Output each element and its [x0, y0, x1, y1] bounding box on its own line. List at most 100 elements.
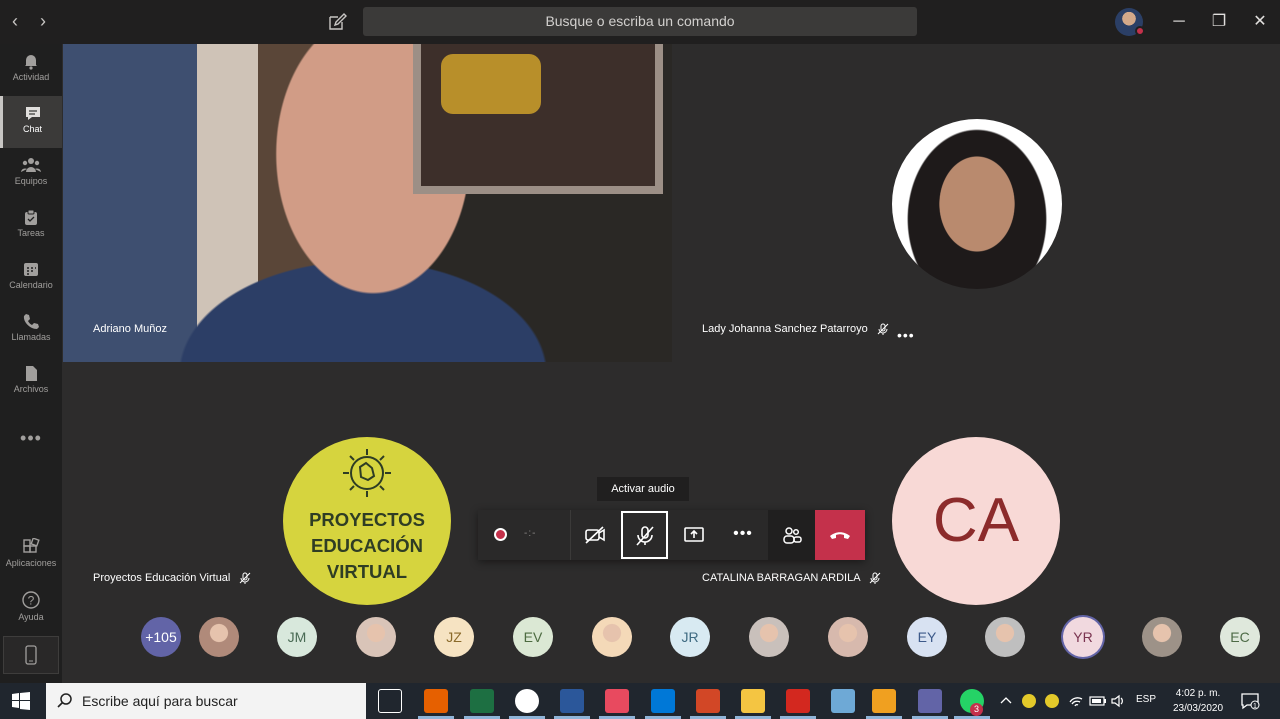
rail-item-label: Archivos	[13, 384, 49, 394]
rail-item-archivos[interactable]: Archivos	[0, 356, 62, 408]
more-participants-badge[interactable]: +105	[141, 617, 181, 657]
participant-name-adriano: Adriano Muñoz	[93, 323, 167, 335]
tray-app-icon[interactable]	[1045, 694, 1059, 708]
rail-item-ayuda[interactable]: ? Ayuda	[0, 582, 62, 634]
participant-name-catalina: CATALINA BARRAGAN ARDILA	[702, 572, 881, 585]
word-icon[interactable]	[560, 689, 584, 713]
taskbar-search-placeholder: Escribe aquí para buscar	[82, 693, 238, 709]
rail-item-aplicaciones[interactable]: Aplicaciones	[0, 530, 62, 582]
notifications-icon[interactable]: 1	[1240, 692, 1260, 710]
rail-item-label: Chat	[22, 124, 42, 134]
mic-off-icon	[877, 323, 889, 336]
participant-avatar[interactable]: EY	[907, 617, 947, 657]
more-apps-icon[interactable]: •••	[0, 428, 62, 449]
video-tile-adriano[interactable]	[63, 44, 672, 362]
svg-text:?: ?	[28, 594, 35, 608]
name-text: Proyectos Educación Virtual	[93, 572, 231, 584]
participant-avatar[interactable]: JR	[670, 617, 710, 657]
participant-avatar-photo[interactable]	[985, 617, 1025, 657]
device-button[interactable]	[3, 636, 59, 674]
mic-toggle-button[interactable]	[621, 511, 668, 559]
recording-icon	[494, 528, 507, 541]
apps-icon	[23, 538, 40, 553]
map-logo-icon	[343, 449, 391, 497]
compose-icon[interactable]	[326, 11, 348, 33]
input-language[interactable]: ESP	[1136, 694, 1156, 705]
participant-avatar[interactable]: YR	[1063, 617, 1103, 657]
participant-avatar-photo[interactable]	[749, 617, 789, 657]
participant-avatar-photo[interactable]	[592, 617, 632, 657]
paint-icon[interactable]	[605, 689, 629, 713]
battery-icon[interactable]	[1089, 694, 1107, 708]
meeting-stage: Adriano Muñoz Lady Johanna Sanchez Patar…	[62, 44, 1280, 683]
forward-icon[interactable]: ›	[40, 12, 46, 30]
back-icon[interactable]: ‹	[12, 12, 18, 30]
rail-item-label: Tareas	[17, 228, 45, 238]
avatar-lady[interactable]	[892, 119, 1062, 289]
participant-avatar-photo[interactable]	[1142, 617, 1182, 657]
avatar-proyectos[interactable]: PROYECTOS EDUCACIÓN VIRTUAL	[283, 437, 451, 605]
app-bar: Actividad Chat Equipos Tareas Calendario…	[0, 44, 62, 683]
phone-icon	[23, 314, 39, 329]
media-icon[interactable]	[872, 689, 896, 713]
name-text: CATALINA BARRAGAN ARDILA	[702, 572, 860, 584]
show-participants-button[interactable]	[768, 510, 815, 560]
share-screen-button[interactable]	[670, 510, 718, 560]
rail-item-actividad[interactable]: Actividad	[0, 44, 62, 96]
logo-line-1: PROYECTOS	[309, 509, 425, 530]
windows-start-icon[interactable]	[12, 692, 30, 710]
powerpoint-icon[interactable]	[696, 689, 720, 713]
participants-icon	[782, 527, 802, 544]
clock-time: 4:02 p. m.	[1175, 688, 1221, 699]
chrome-icon[interactable]	[515, 689, 539, 713]
firefox-icon[interactable]	[424, 689, 448, 713]
clock-date: 23/03/2020	[1172, 703, 1224, 714]
rail-item-label: Llamadas	[11, 332, 51, 342]
close-button[interactable]: ✕	[1248, 10, 1272, 34]
minimize-button[interactable]: ─	[1167, 10, 1191, 34]
camera-toggle-button[interactable]	[571, 510, 619, 560]
tray-app-icon[interactable]	[1022, 694, 1036, 708]
rail-item-calendario[interactable]: Calendario	[0, 252, 62, 304]
notes-icon[interactable]	[831, 689, 855, 713]
wifi-icon[interactable]	[1068, 693, 1084, 709]
chevron-up-icon[interactable]	[1000, 695, 1012, 707]
calendar-icon	[24, 263, 38, 276]
more-actions-button[interactable]: •••	[719, 510, 767, 560]
background-painting	[413, 44, 663, 194]
teams-icon	[21, 158, 41, 172]
taskbar-clock[interactable]: 4:02 p. m. 23/03/2020	[1166, 686, 1230, 716]
teams-icon[interactable]	[918, 689, 942, 713]
lady-more-options-icon[interactable]: •••	[897, 327, 915, 343]
avatar-catalina[interactable]: CA	[892, 437, 1060, 605]
mobile-icon	[25, 645, 37, 665]
taskbar-search-box[interactable]: Escribe aquí para buscar	[46, 683, 366, 719]
excel-icon[interactable]	[470, 689, 494, 713]
hang-up-icon	[830, 532, 850, 539]
participant-avatar[interactable]: JM	[277, 617, 317, 657]
participant-avatar-photo[interactable]	[356, 617, 396, 657]
acrobat-icon[interactable]	[786, 689, 810, 713]
logo-line-2: EDUCACIÓN	[310, 535, 424, 556]
explorer-icon[interactable]	[741, 689, 765, 713]
rail-item-chat[interactable]: Chat	[0, 96, 62, 148]
hang-up-button[interactable]	[815, 510, 865, 560]
participant-avatar[interactable]: EC	[1220, 617, 1260, 657]
participant-name-proyectos: Proyectos Educación Virtual	[93, 572, 251, 585]
command-search-box[interactable]: Busque o escriba un comando	[363, 7, 917, 36]
participant-avatar-photo[interactable]	[199, 617, 239, 657]
participant-avatar-photo[interactable]	[828, 617, 868, 657]
share-screen-icon	[684, 527, 704, 542]
restore-button[interactable]: ❐	[1207, 10, 1231, 34]
files-icon	[26, 366, 37, 381]
volume-icon[interactable]	[1110, 693, 1126, 709]
task-view-icon[interactable]	[378, 689, 402, 713]
edge-icon[interactable]	[651, 689, 675, 713]
participant-avatar[interactable]: EV	[513, 617, 553, 657]
participant-avatar[interactable]: JZ	[434, 617, 474, 657]
rail-item-llamadas[interactable]: Llamadas	[0, 304, 62, 356]
call-timer: -:-	[524, 528, 537, 539]
rail-item-equipos[interactable]: Equipos	[0, 148, 62, 200]
rail-item-tareas[interactable]: Tareas	[0, 200, 62, 252]
help-icon: ?	[22, 591, 40, 609]
